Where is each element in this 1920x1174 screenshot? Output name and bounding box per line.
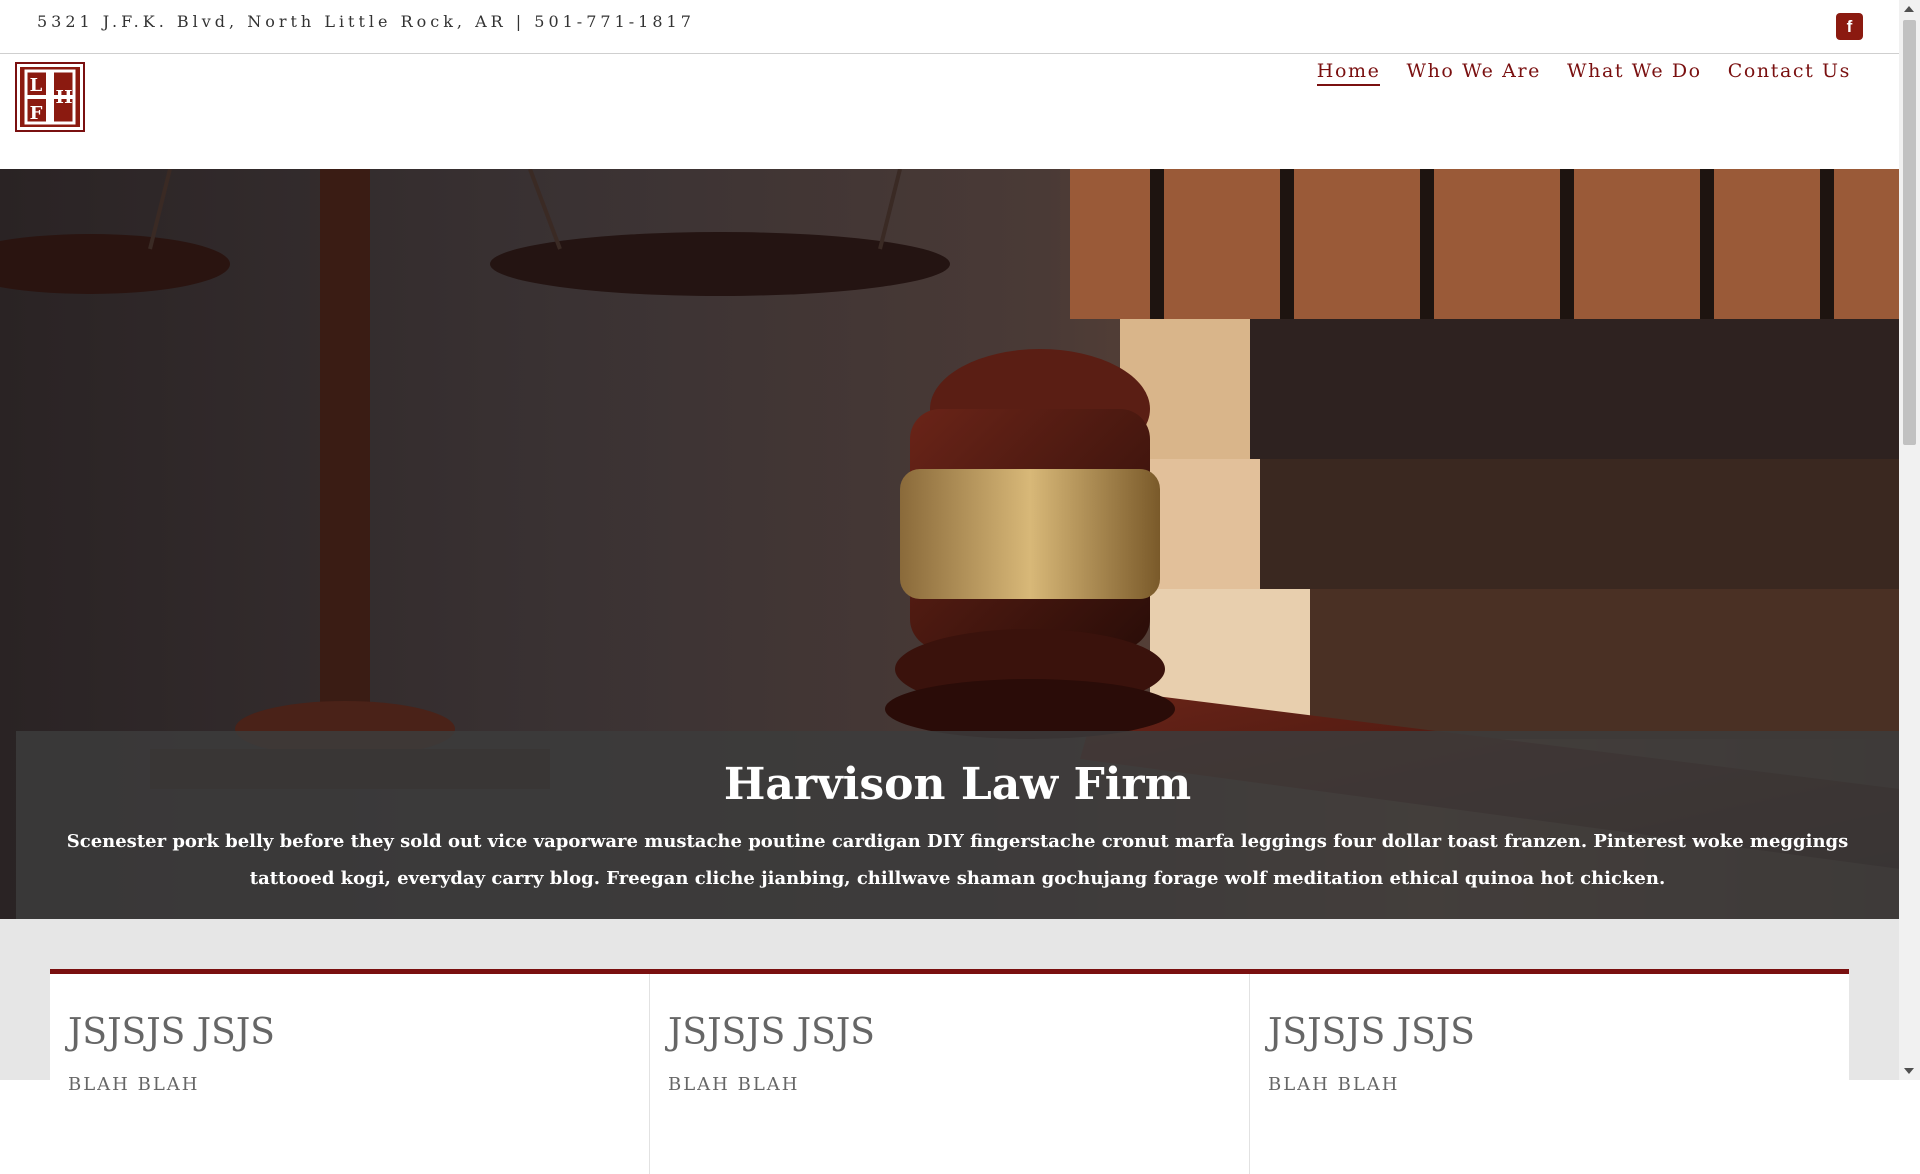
logo-mark: L H F	[20, 67, 80, 127]
address-phone-text: 5321 J.F.K. Blvd, North Little Rock, AR …	[37, 12, 695, 31]
facebook-icon[interactable]: f	[1836, 13, 1863, 40]
nav-contact-us[interactable]: Contact Us	[1728, 60, 1851, 86]
hero-banner: Harvison Law Firm Scenester pork belly b…	[0, 169, 1899, 919]
card-subtitle: BLAH BLAH	[68, 1074, 200, 1095]
card-subtitle: BLAH BLAH	[1268, 1074, 1400, 1095]
logo-letter-h: H	[55, 87, 72, 108]
nav-home[interactable]: Home	[1316, 60, 1381, 86]
logo-letter-l: L	[30, 75, 43, 96]
nav-who-we-are[interactable]: Who We Are	[1406, 60, 1541, 86]
hero-title: Harvison Law Firm	[723, 759, 1192, 810]
scroll-up-arrow-icon[interactable]	[1904, 6, 1914, 12]
hero-description: Scenester pork belly before they sold ou…	[66, 831, 1849, 889]
page-scrollbar[interactable]	[1899, 0, 1920, 1080]
service-card: JSJSJS JSJS BLAH BLAH	[650, 974, 1250, 1174]
main-nav: Home Who We Are What We Do Contact Us	[1316, 60, 1851, 86]
logo-letter-f: F	[30, 103, 43, 124]
firm-logo[interactable]: L H F	[15, 62, 85, 132]
card-title: JSJSJS JSJS	[68, 1012, 275, 1053]
service-cards: JSJSJS JSJS BLAH BLAH JSJSJS JSJS BLAH B…	[50, 969, 1849, 1174]
card-subtitle: BLAH BLAH	[668, 1074, 800, 1095]
scroll-down-arrow-icon[interactable]	[1904, 1068, 1914, 1074]
scrollbar-thumb[interactable]	[1903, 20, 1916, 445]
service-card: JSJSJS JSJS BLAH BLAH	[50, 974, 650, 1174]
site-header: L H F Home Who We Are What We Do Contact…	[0, 54, 1899, 169]
top-info-bar: 5321 J.F.K. Blvd, North Little Rock, AR …	[0, 0, 1899, 54]
card-title: JSJSJS JSJS	[1268, 1012, 1475, 1053]
service-card: JSJSJS JSJS BLAH BLAH	[1250, 974, 1849, 1174]
card-title: JSJSJS JSJS	[668, 1012, 875, 1053]
nav-what-we-do[interactable]: What We Do	[1567, 60, 1702, 86]
hero-caption-overlay: Harvison Law Firm Scenester pork belly b…	[16, 731, 1899, 919]
services-section: JSJSJS JSJS BLAH BLAH JSJSJS JSJS BLAH B…	[0, 919, 1899, 1174]
logo-monogram-icon: L H F	[24, 69, 76, 125]
